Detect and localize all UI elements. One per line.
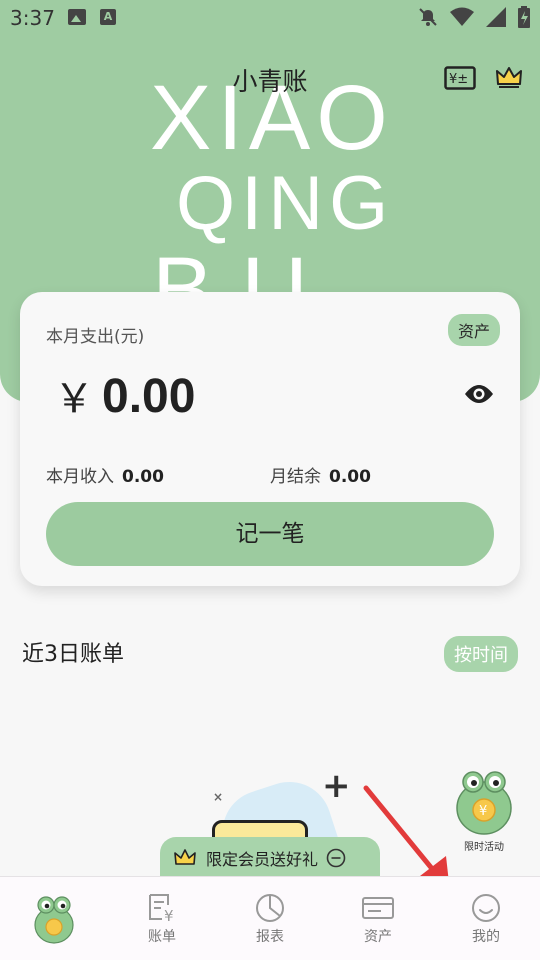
- frog-mascot-icon: ¥: [456, 771, 512, 835]
- battery-icon: [518, 6, 530, 28]
- tab-reports[interactable]: 报表: [216, 877, 324, 960]
- x-decor-icon: ×: [213, 790, 224, 804]
- tab-bills[interactable]: ¥ 账单: [108, 877, 216, 960]
- income-label: 本月收入: [46, 467, 114, 487]
- a-app-icon: A: [100, 9, 116, 25]
- signal-icon: [486, 7, 506, 27]
- expense-value: 0.00: [102, 370, 196, 423]
- monthly-expense-label: 本月支出(元): [46, 327, 145, 347]
- bottom-tab-bar: ¥ 账单 报表 资产 我的: [0, 876, 540, 960]
- member-promo-banner[interactable]: 限定会员送好礼: [160, 837, 380, 879]
- collapse-minus-icon[interactable]: [326, 848, 346, 868]
- sort-by-time-button[interactable]: 按时间: [444, 636, 518, 672]
- svg-text:¥±: ¥±: [449, 72, 468, 87]
- status-time: 3:37: [10, 6, 55, 30]
- tab-profile[interactable]: 我的: [432, 877, 540, 960]
- eye-icon[interactable]: [464, 384, 494, 404]
- recent-bills-title: 近3日账单: [22, 642, 124, 667]
- tab-home[interactable]: [0, 877, 108, 960]
- bell-off-icon: [419, 8, 437, 26]
- monthly-summary-card: 本月支出(元) 资产 ￥ 0.00 本月收入 0.00 月结余 0.00 记一笔: [20, 292, 520, 586]
- monthly-balance: 月结余 0.00: [270, 462, 371, 487]
- bill-icon: ¥: [149, 894, 174, 923]
- currency-exchange-icon[interactable]: ¥±: [444, 66, 476, 90]
- tab-reports-label: 报表: [256, 929, 284, 945]
- tab-assets[interactable]: 资产: [324, 877, 432, 960]
- limited-activity-button[interactable]: ¥ 限时活动: [452, 768, 516, 853]
- tab-bills-label: 账单: [148, 929, 176, 945]
- asset-badge[interactable]: 资产: [447, 314, 500, 346]
- tab-profile-label: 我的: [472, 929, 500, 945]
- status-bar: 3:37 A: [0, 0, 540, 36]
- smile-icon: [472, 894, 500, 922]
- limited-activity-label: 限时活动: [464, 842, 504, 853]
- promo-text: 限定会员送好礼: [206, 850, 319, 869]
- tab-assets-label: 资产: [364, 929, 392, 945]
- crown-icon[interactable]: [496, 66, 522, 88]
- balance-value: 0.00: [329, 467, 371, 487]
- frog-home-icon: [34, 896, 74, 944]
- plus-decor-icon: +: [322, 766, 351, 806]
- wifi-icon: [450, 7, 474, 26]
- card-icon: [362, 897, 394, 919]
- svg-text:¥: ¥: [164, 907, 174, 923]
- monthly-income: 本月收入 0.00: [46, 462, 164, 487]
- image-icon: [68, 9, 86, 25]
- currency-symbol: ￥: [54, 376, 94, 422]
- balance-label: 月结余: [270, 467, 321, 487]
- income-value: 0.00: [122, 467, 164, 487]
- decor-word-2: QING: [176, 161, 395, 246]
- pie-chart-icon: [256, 894, 284, 922]
- record-button[interactable]: 记一笔: [46, 502, 494, 566]
- expense-amount: ￥ 0.00: [54, 366, 195, 424]
- svg-text:¥: ¥: [479, 804, 487, 819]
- crown-icon: [174, 849, 196, 865]
